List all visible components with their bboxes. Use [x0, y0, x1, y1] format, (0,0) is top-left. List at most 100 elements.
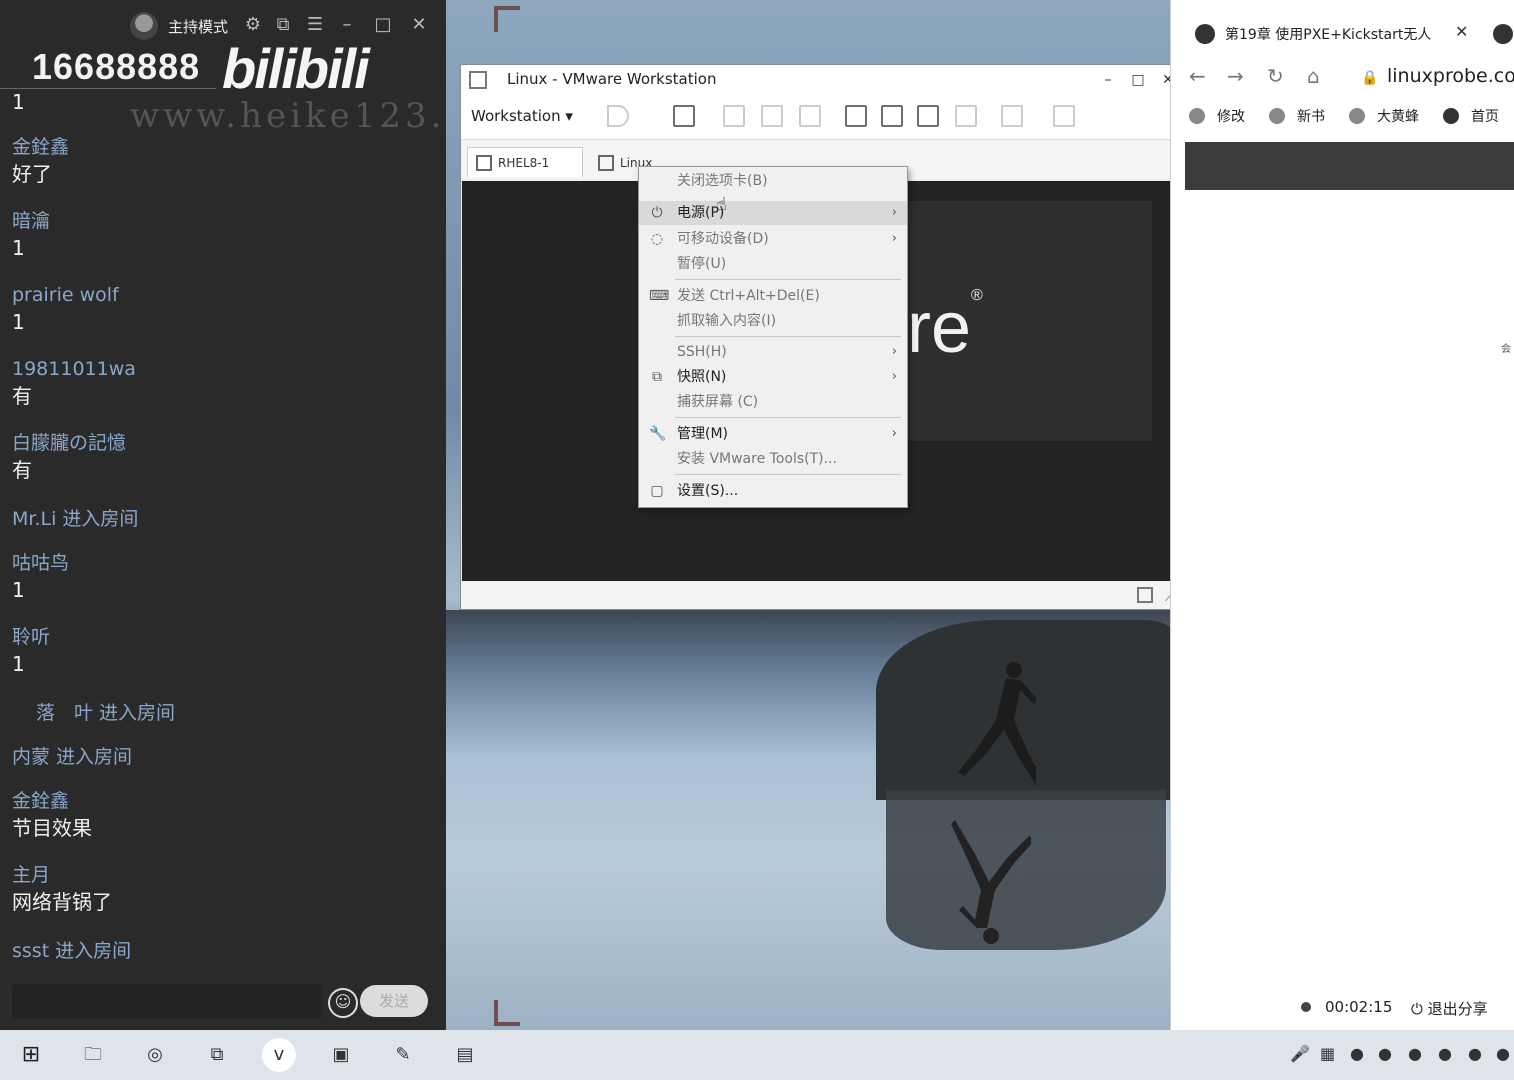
revert-snapshot-icon[interactable]: [761, 105, 783, 127]
host-mode-label[interactable]: 主持模式: [168, 16, 228, 37]
snapshot-icon[interactable]: [723, 105, 745, 127]
qq-icon[interactable]: ●: [1468, 1044, 1482, 1063]
lock-icon[interactable]: 🔒: [1361, 70, 1378, 86]
tray-app-icon[interactable]: ●: [1496, 1044, 1510, 1063]
close-icon[interactable]: ✕: [408, 14, 430, 36]
home-icon[interactable]: ⌂: [1307, 64, 1320, 88]
chat-message: 19811011wa 有: [12, 356, 136, 410]
menu-item-label: 捕获屏幕 (C): [677, 394, 759, 410]
settings-icon[interactable]: ⚙: [242, 14, 264, 36]
vm-statusbar: ⟋: [461, 583, 1183, 609]
microphone-icon[interactable]: 🎤: [1290, 1044, 1310, 1063]
chat-enter-notice: 落 叶 进入房间: [36, 702, 176, 724]
forward-icon[interactable]: →: [1227, 64, 1244, 88]
address-bar[interactable]: linuxprobe.com: [1387, 65, 1514, 87]
maximize-icon[interactable]: □: [372, 14, 394, 36]
qq-icon[interactable]: ●: [1408, 1044, 1422, 1063]
bookmark-icon: [1443, 108, 1459, 124]
chat-nick[interactable]: 19811011wa: [12, 356, 136, 382]
tab-rhel8-1[interactable]: RHEL8-1: [467, 147, 583, 177]
vmware-titlebar[interactable]: Linux - VMware Workstation – □ ✕: [461, 65, 1183, 95]
tab-favicon[interactable]: [1493, 24, 1513, 44]
screen-taskbar-icon[interactable]: ▤: [448, 1038, 482, 1072]
menu-item-label: 可移动设备(D): [677, 231, 769, 247]
network-icon[interactable]: ▦: [1320, 1044, 1335, 1063]
stretch-view-icon[interactable]: [1053, 105, 1075, 127]
menu-item-grab-input[interactable]: 抓取输入内容(I): [639, 309, 907, 333]
menu-item-close-tab[interactable]: 关闭选项卡(B): [639, 169, 907, 193]
qq-icon[interactable]: ●: [1438, 1044, 1452, 1063]
menu-item-label: 安装 VMware Tools(T)...: [677, 451, 837, 467]
chat-nick[interactable]: 白朦朧の記憶: [12, 430, 126, 456]
send-button[interactable]: 发送: [360, 985, 428, 1017]
chat-nick[interactable]: 咕咕鸟: [12, 550, 69, 576]
bookmark-item[interactable]: 新书: [1269, 106, 1325, 126]
bookmark-item[interactable]: 修改: [1189, 106, 1245, 126]
menu-item-label: 关闭选项卡(B): [677, 173, 768, 189]
send-keys-icon[interactable]: [673, 105, 695, 127]
windows-start-icon[interactable]: ⊞: [14, 1038, 48, 1072]
qq-icon[interactable]: ●: [1378, 1044, 1392, 1063]
frame-corner: [494, 1000, 520, 1026]
exit-share-label: 退出分享: [1427, 1000, 1488, 1018]
close-tab-icon[interactable]: ✕: [1455, 22, 1468, 41]
host-avatar[interactable]: [130, 12, 158, 40]
menu-icon[interactable]: ☰: [304, 14, 326, 36]
vmware-app-icon: [469, 71, 487, 89]
exit-share-button[interactable]: ⏻ 退出分享: [1411, 998, 1488, 1019]
app-taskbar-icon[interactable]: ▣: [324, 1038, 358, 1072]
chat-nick[interactable]: 主月: [12, 862, 112, 888]
chat-text: 有: [12, 458, 32, 482]
back-icon[interactable]: ←: [1189, 64, 1206, 88]
vmware-taskbar-icon[interactable]: ⧉: [200, 1038, 234, 1072]
minimize-icon[interactable]: –: [336, 14, 358, 36]
menu-item-pause[interactable]: 暂停(U): [639, 252, 907, 276]
menu-item-label: 管理(M): [677, 426, 729, 442]
menu-item-settings[interactable]: ▢ 设置(S)...: [639, 479, 907, 503]
menu-item-removable-devices[interactable]: ◌ 可移动设备(D) ›: [639, 227, 907, 251]
workstation-menu[interactable]: Workstation ▾: [471, 107, 573, 125]
emoji-icon[interactable]: ☺: [328, 988, 358, 1018]
menu-item-ssh[interactable]: SSH(H) ›: [639, 340, 907, 364]
menu-item-snapshot[interactable]: ⧉ 快照(N) ›: [639, 365, 907, 389]
chat-message: 金銓鑫 节目效果: [12, 788, 92, 842]
taskbar: ⊞ 🗀 ◎ ⧉ v ▣ ✎ ▤ 🎤 ▦ ● ● ● ● ● ●: [0, 1030, 1514, 1080]
chat-nick[interactable]: 暗瀹: [12, 208, 50, 234]
bookmark-item[interactable]: 大黄蜂: [1349, 106, 1419, 126]
manage-snapshot-icon[interactable]: [799, 105, 821, 127]
chat-nick[interactable]: 金銓鑫: [12, 788, 92, 814]
chat-nick[interactable]: 金銓鑫: [12, 134, 69, 160]
power-on-icon[interactable]: [607, 105, 629, 127]
minimize-icon[interactable]: –: [1097, 69, 1119, 91]
file-explorer-icon[interactable]: 🗀: [76, 1038, 110, 1072]
menu-item-capture-screen[interactable]: 捕获屏幕 (C): [639, 390, 907, 414]
menu-item-power[interactable]: ⏻ 电源(P) ›: [639, 201, 907, 225]
chat-input[interactable]: [12, 984, 322, 1018]
notepad-taskbar-icon[interactable]: ✎: [386, 1038, 420, 1072]
page-header-bar: [1185, 142, 1514, 190]
menu-item-install-tools[interactable]: 安装 VMware Tools(T)...: [639, 447, 907, 471]
bookmark-item[interactable]: 首页: [1443, 106, 1499, 126]
browser-window: 第19章 使用PXE+Kickstart无人 ✕ ← → ↻ ⌂ 🔒 linux…: [1170, 0, 1514, 1030]
tray-app-icon[interactable]: ●: [1350, 1044, 1364, 1063]
message-log-icon[interactable]: [1137, 587, 1153, 603]
menu-item-manage[interactable]: 🔧 管理(M) ›: [639, 422, 907, 446]
bookmark-icon: [1269, 108, 1285, 124]
reload-icon[interactable]: ↻: [1267, 64, 1284, 88]
menu-item-send-ctrl-alt-del[interactable]: ⌨ 发送 Ctrl+Alt+Del(E): [639, 284, 907, 308]
bilibili-taskbar-icon[interactable]: v: [262, 1038, 296, 1072]
chat-nick[interactable]: prairie wolf: [12, 282, 119, 308]
chat-enter-notice: ssst 进入房间: [12, 940, 132, 962]
thumbnail-view-icon[interactable]: [881, 105, 903, 127]
menu-separator: [675, 474, 901, 475]
chat-nick[interactable]: 聆听: [12, 624, 50, 650]
maximize-icon[interactable]: □: [1127, 69, 1149, 91]
fullscreen-icon[interactable]: [917, 105, 939, 127]
browser-tab-title[interactable]: 第19章 使用PXE+Kickstart无人: [1225, 24, 1435, 44]
console-view-icon[interactable]: [1001, 105, 1023, 127]
popout-icon[interactable]: ⧉: [272, 14, 294, 36]
library-view-icon[interactable]: [845, 105, 867, 127]
chrome-icon[interactable]: ◎: [138, 1038, 172, 1072]
unity-icon[interactable]: [955, 105, 977, 127]
mouse-cursor-icon: ☝: [716, 194, 727, 215]
